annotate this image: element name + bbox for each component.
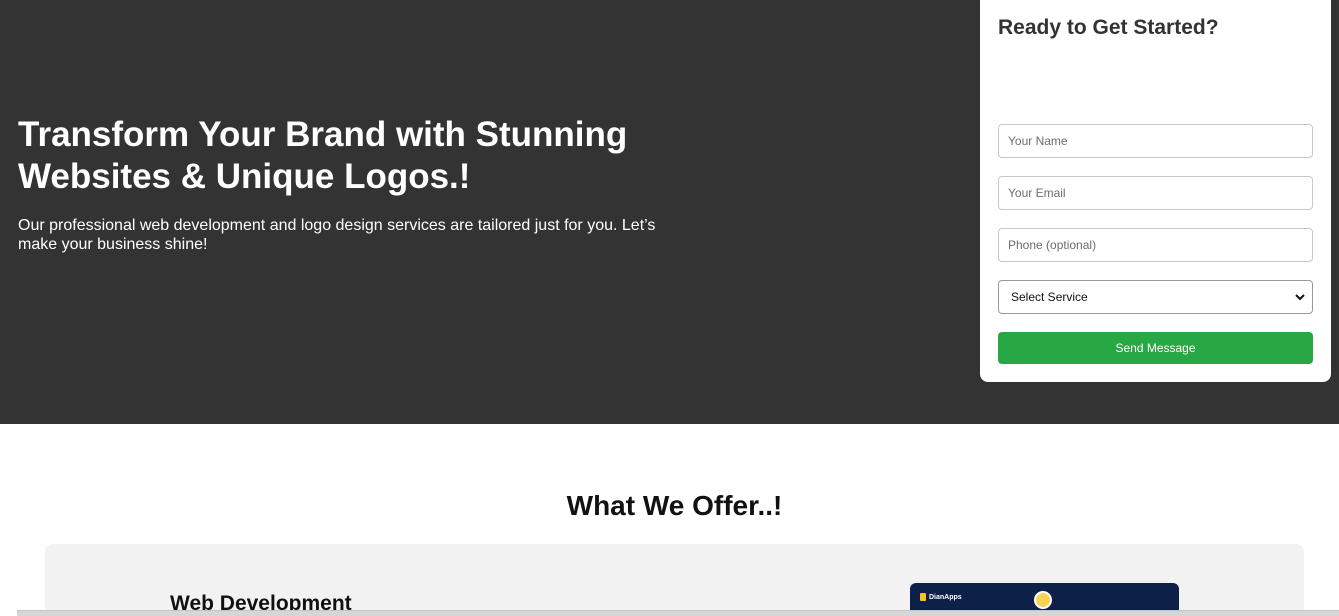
coin-badge-icon <box>1034 591 1052 609</box>
chevron-down-icon <box>1295 294 1305 301</box>
offers-title: What We Offer..! <box>566 490 783 521</box>
hero-subtitle: Our professional web development and log… <box>18 217 656 253</box>
send-message-button[interactable]: Send Message <box>998 332 1313 364</box>
service-select[interactable]: Select Service <box>998 280 1313 314</box>
offer-card-web-development: Web Development DianApps <box>45 544 1304 616</box>
contact-form-card: Ready to Get Started? Your Name Your Ema… <box>980 0 1331 382</box>
name-input-placeholder: Your Name <box>1008 134 1068 148</box>
email-input[interactable]: Your Email <box>998 176 1313 210</box>
hero-title: Transform Your Brand with Stunning Websi… <box>18 115 628 196</box>
logo-mark-icon <box>920 593 926 601</box>
dianapps-logo: DianApps <box>920 593 962 601</box>
phone-input-placeholder: Phone (optional) <box>1008 238 1097 252</box>
logo-text: DianApps <box>929 593 962 601</box>
horizontal-scrollbar[interactable] <box>17 610 1339 616</box>
service-select-value: Select Service <box>1011 290 1088 304</box>
form-title: Ready to Get Started? <box>998 16 1219 39</box>
phone-input[interactable]: Phone (optional) <box>998 228 1313 262</box>
email-input-placeholder: Your Email <box>1008 186 1066 200</box>
name-input[interactable]: Your Name <box>998 124 1313 158</box>
